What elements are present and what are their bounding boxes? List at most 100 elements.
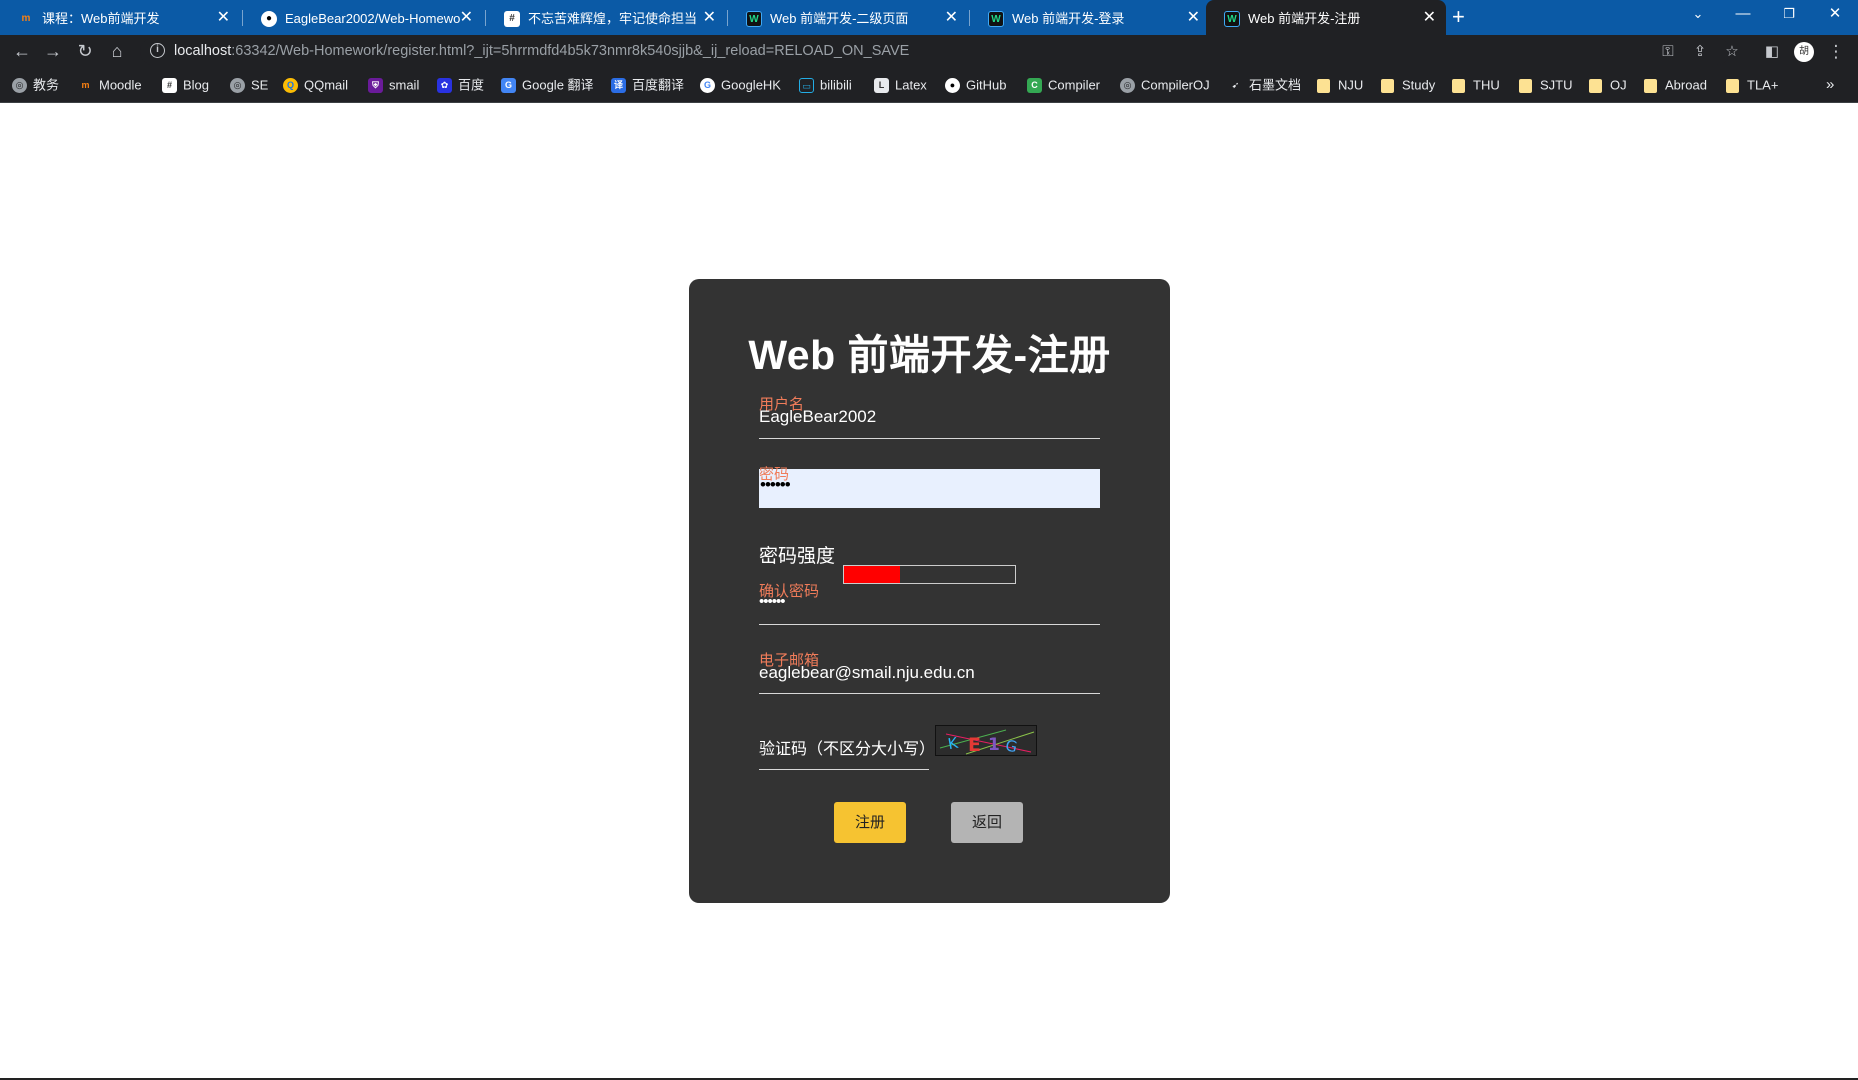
bookmark-github[interactable]: ● GitHub — [945, 68, 1006, 103]
close-icon[interactable]: ✕ — [217, 0, 230, 35]
bookmark-latex[interactable]: L Latex — [874, 68, 927, 103]
google-icon: G — [700, 78, 715, 94]
confirm-password-underline — [759, 624, 1100, 625]
bookmark-baidu[interactable]: ✿ 百度 — [437, 68, 484, 103]
bookmark-bilibili[interactable]: ▭ bilibili — [799, 68, 852, 103]
captcha-char: 1 — [988, 735, 1000, 755]
email-underline — [759, 693, 1100, 694]
bookmark-label: GoogleHK — [721, 77, 781, 93]
google-translate-icon: G — [501, 78, 516, 94]
tab-register[interactable]: W Web 前端开发-注册 ✕ — [1206, 0, 1446, 35]
tab-github[interactable]: ● EagleBear2002/Web-Homewo ✕ — [243, 0, 483, 35]
close-icon[interactable]: ✕ — [460, 0, 473, 35]
folder-icon — [1726, 78, 1739, 93]
bookmark-folder-oj[interactable]: OJ — [1589, 68, 1627, 103]
share-icon[interactable]: ⇪ — [1687, 35, 1713, 68]
tab-title: Web 前端开发-登录 — [1012, 11, 1125, 27]
bookmark-googlehk[interactable]: G GoogleHK — [700, 68, 781, 103]
globe-icon: ◎ — [12, 78, 27, 94]
folder-icon — [1317, 78, 1330, 93]
tab-secondary-page[interactable]: W Web 前端开发-二级页面 ✕ — [728, 0, 968, 35]
bookmark-blog[interactable]: # Blog — [162, 68, 209, 103]
chevron-right-icon[interactable]: » — [1826, 68, 1834, 103]
url-text: localhost:63342/Web-Homework/register.ht… — [174, 38, 909, 65]
captcha-char: G — [1004, 736, 1019, 756]
captcha-field[interactable]: 验证码（不区分大小写） — [759, 735, 935, 759]
bookmark-folder-sjtu[interactable]: SJTU — [1519, 68, 1573, 103]
bookmark-folder-thu[interactable]: THU — [1452, 68, 1500, 103]
folder-icon — [1644, 78, 1657, 93]
side-panel-icon[interactable]: ◧ — [1759, 35, 1785, 68]
window-close-button[interactable]: ✕ — [1812, 0, 1858, 30]
captcha-char: E — [968, 734, 981, 756]
bookmark-folder-nju[interactable]: NJU — [1317, 68, 1363, 103]
bookmark-shimo[interactable]: ➹ 石墨文档 — [1228, 68, 1301, 103]
info-icon[interactable]: i — [150, 43, 165, 58]
bookmark-jiaowu[interactable]: ◎ 教务 — [12, 68, 59, 103]
key-icon[interactable]: ⚿ — [1655, 35, 1681, 68]
page-title: Web 前端开发-注册 — [748, 332, 1111, 378]
new-tab-button[interactable]: + — [1452, 0, 1465, 35]
bookmark-label: Blog — [183, 77, 210, 93]
home-icon[interactable]: ⌂ — [103, 35, 131, 68]
moodle-icon: m — [21, 12, 31, 24]
password-strength-label: 密码强度 — [759, 546, 836, 567]
confirm-password-field[interactable]: •••••• — [759, 593, 785, 610]
bookmark-label: QQmail — [304, 77, 349, 93]
folder-icon — [1381, 78, 1394, 93]
tab-login[interactable]: W Web 前端开发-登录 ✕ — [970, 0, 1210, 35]
tab-search-icon[interactable]: ⌄ — [1675, 0, 1721, 30]
password-value: •••••• — [760, 475, 791, 494]
close-icon[interactable]: ✕ — [703, 0, 716, 35]
back-button[interactable]: 返回 — [951, 802, 1023, 843]
bookmark-label: SJTU — [1540, 77, 1573, 93]
close-icon[interactable]: ✕ — [1423, 0, 1436, 35]
bookmark-compileroj[interactable]: ◎ CompilerOJ — [1120, 68, 1210, 103]
webstorm-icon: W — [988, 10, 1004, 27]
captcha-underline — [759, 769, 929, 770]
tab-strip: m 课程：Web前端开发 ✕ ● EagleBear2002/Web-Homewo … — [0, 0, 1858, 35]
register-button[interactable]: 注册 — [834, 802, 906, 843]
latex-icon: L — [874, 78, 889, 94]
menu-icon[interactable]: ⋮ — [1823, 35, 1849, 68]
bookmark-smail[interactable]: ⛨ smail — [368, 68, 419, 103]
back-icon[interactable]: ← — [8, 35, 36, 68]
bookmark-compiler[interactable]: C Compiler — [1027, 68, 1100, 103]
email-field[interactable]: eaglebear@smail.nju.edu.cn — [759, 663, 975, 683]
tab-course[interactable]: m 课程：Web前端开发 ✕ — [0, 0, 240, 35]
bookmark-label: OJ — [1610, 77, 1627, 93]
bookmark-google-translate[interactable]: G Google 翻译 — [501, 68, 594, 103]
avatar[interactable]: 胡 — [1794, 42, 1814, 62]
bookmark-moodle[interactable]: m Moodle — [78, 68, 142, 103]
username-underline — [759, 438, 1100, 439]
password-field[interactable] — [759, 469, 1100, 508]
close-icon[interactable]: ✕ — [1187, 0, 1200, 35]
moodle-icon: m — [81, 80, 90, 91]
smail-icon: ⛨ — [368, 78, 383, 94]
bookmark-qqmail[interactable]: Q QQmail — [283, 68, 348, 103]
bookmark-label: smail — [389, 77, 420, 93]
bookmark-folder-tla[interactable]: TLA+ — [1726, 68, 1778, 103]
close-icon[interactable]: ✕ — [945, 0, 958, 35]
bookmark-label: Moodle — [99, 77, 142, 93]
forward-icon[interactable]: → — [39, 35, 67, 68]
captcha-image[interactable]: K E 1 G — [935, 725, 1037, 756]
bookmark-folder-abroad[interactable]: Abroad — [1644, 68, 1707, 103]
bilibili-icon: ▭ — [799, 78, 814, 94]
bookmark-se[interactable]: ◎ SE — [230, 68, 268, 103]
folder-icon — [1519, 78, 1532, 93]
minimize-button[interactable]: — — [1720, 0, 1766, 30]
restore-button[interactable]: ❐ — [1766, 0, 1812, 30]
bookmark-folder-study[interactable]: Study — [1381, 68, 1435, 103]
address-bar[interactable]: i localhost:63342/Web-Homework/register.… — [140, 38, 1730, 65]
star-icon[interactable]: ☆ — [1719, 35, 1745, 68]
bookmark-label: Google 翻译 — [522, 77, 594, 93]
bookmark-label: NJU — [1338, 77, 1364, 93]
bookmark-label: THU — [1473, 77, 1500, 93]
username-field[interactable]: EagleBear2002 — [759, 407, 876, 427]
bookmark-baidu-translate[interactable]: 译百度翻译 — [611, 68, 684, 103]
reload-icon[interactable]: ↻ — [71, 35, 99, 68]
webstorm-icon: W — [746, 10, 762, 27]
globe-icon: ◎ — [1120, 78, 1135, 94]
tab-news[interactable]: # 不忘苦难辉煌，牢记使命担当 ✕ — [486, 0, 726, 35]
